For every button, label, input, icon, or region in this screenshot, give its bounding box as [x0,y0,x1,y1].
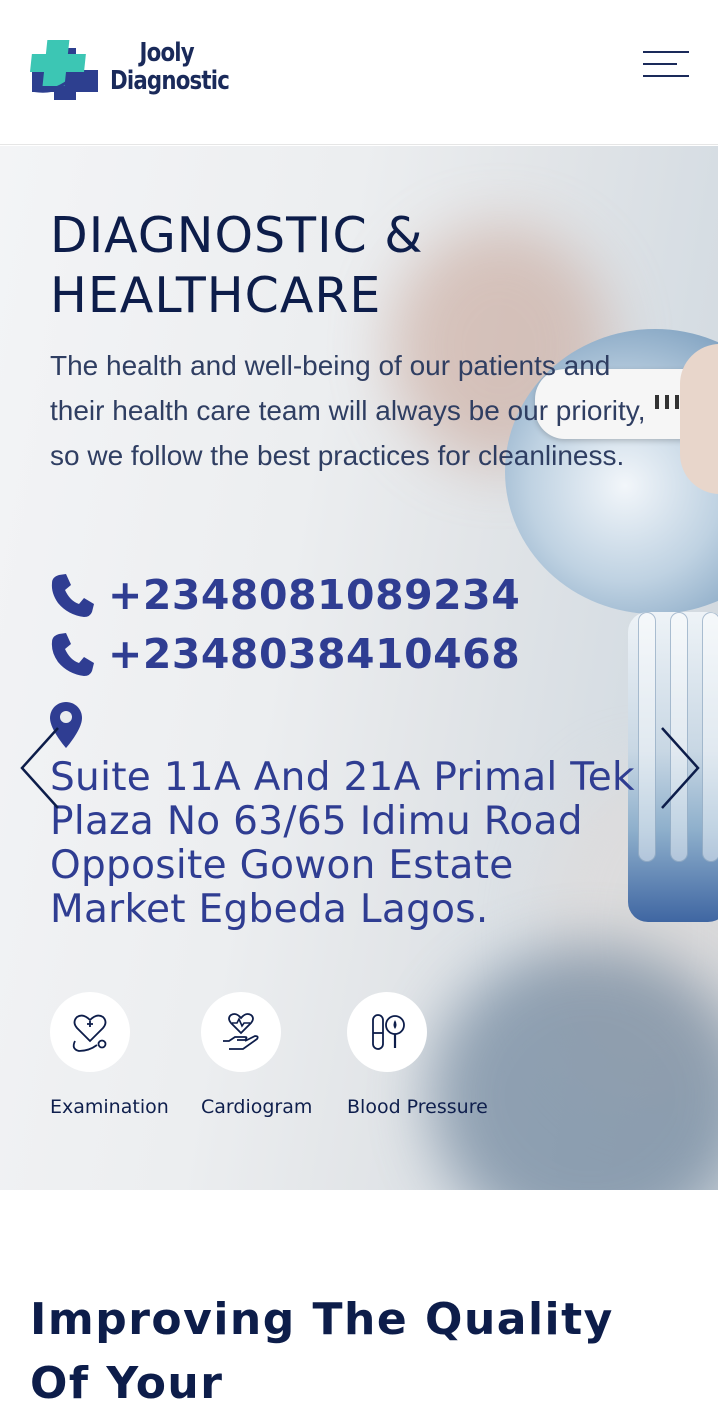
chevron-right-icon[interactable] [660,726,700,810]
heart-in-hand-icon [223,1013,259,1050]
logo-text: Jooly Diagnostic [110,38,230,96]
address-text: Suite 11A And 21A Primal Tek Plaza No 63… [50,755,635,932]
site-header: Jooly Diagnostic [0,0,718,145]
service-icon-circle [347,992,427,1072]
service-label: Blood Pressure [347,1096,488,1118]
phone-icon [51,574,94,617]
service-label: Examination [50,1096,169,1118]
heart-stethoscope-icon [72,1014,107,1052]
service-examination[interactable]: Examination [50,992,169,1118]
hamburger-menu-icon[interactable] [643,50,691,78]
menu-bar [643,63,677,65]
logo-cross-icon [30,34,100,100]
service-label: Cardiogram [201,1096,313,1118]
service-icon-circle [50,992,130,1072]
menu-bar [643,75,689,77]
test-tube-blood-drop-icon [372,1014,405,1050]
logo-line-2: Diagnostic [110,66,230,96]
section-title: Improving The Quality Of Your [30,1294,614,1409]
phone-number: +2348081089234 [108,571,521,619]
logo-line-1: Jooly [139,38,195,68]
phone-number: +2348038410468 [108,630,521,678]
menu-bar [643,51,689,53]
chevron-left-icon[interactable] [20,726,60,810]
phone-link-1[interactable]: +2348081089234 [50,571,520,619]
phone-icon [51,633,94,676]
hero-title: DIAGNOSTIC & HEALTHCARE [50,207,424,324]
hero-slider: DIAGNOSTIC & HEALTHCARE The health and w… [0,146,718,1190]
site-logo[interactable]: Jooly Diagnostic [30,34,255,100]
service-blood-pressure[interactable]: Blood Pressure [347,992,488,1118]
hand-image [680,344,718,494]
hero-background-blur [430,946,718,1190]
service-icon-circle [201,992,281,1072]
phone-link-2[interactable]: +2348038410468 [50,630,520,678]
hero-description: The health and well-being of our patient… [50,350,646,471]
service-cardiogram[interactable]: Cardiogram [201,992,312,1118]
